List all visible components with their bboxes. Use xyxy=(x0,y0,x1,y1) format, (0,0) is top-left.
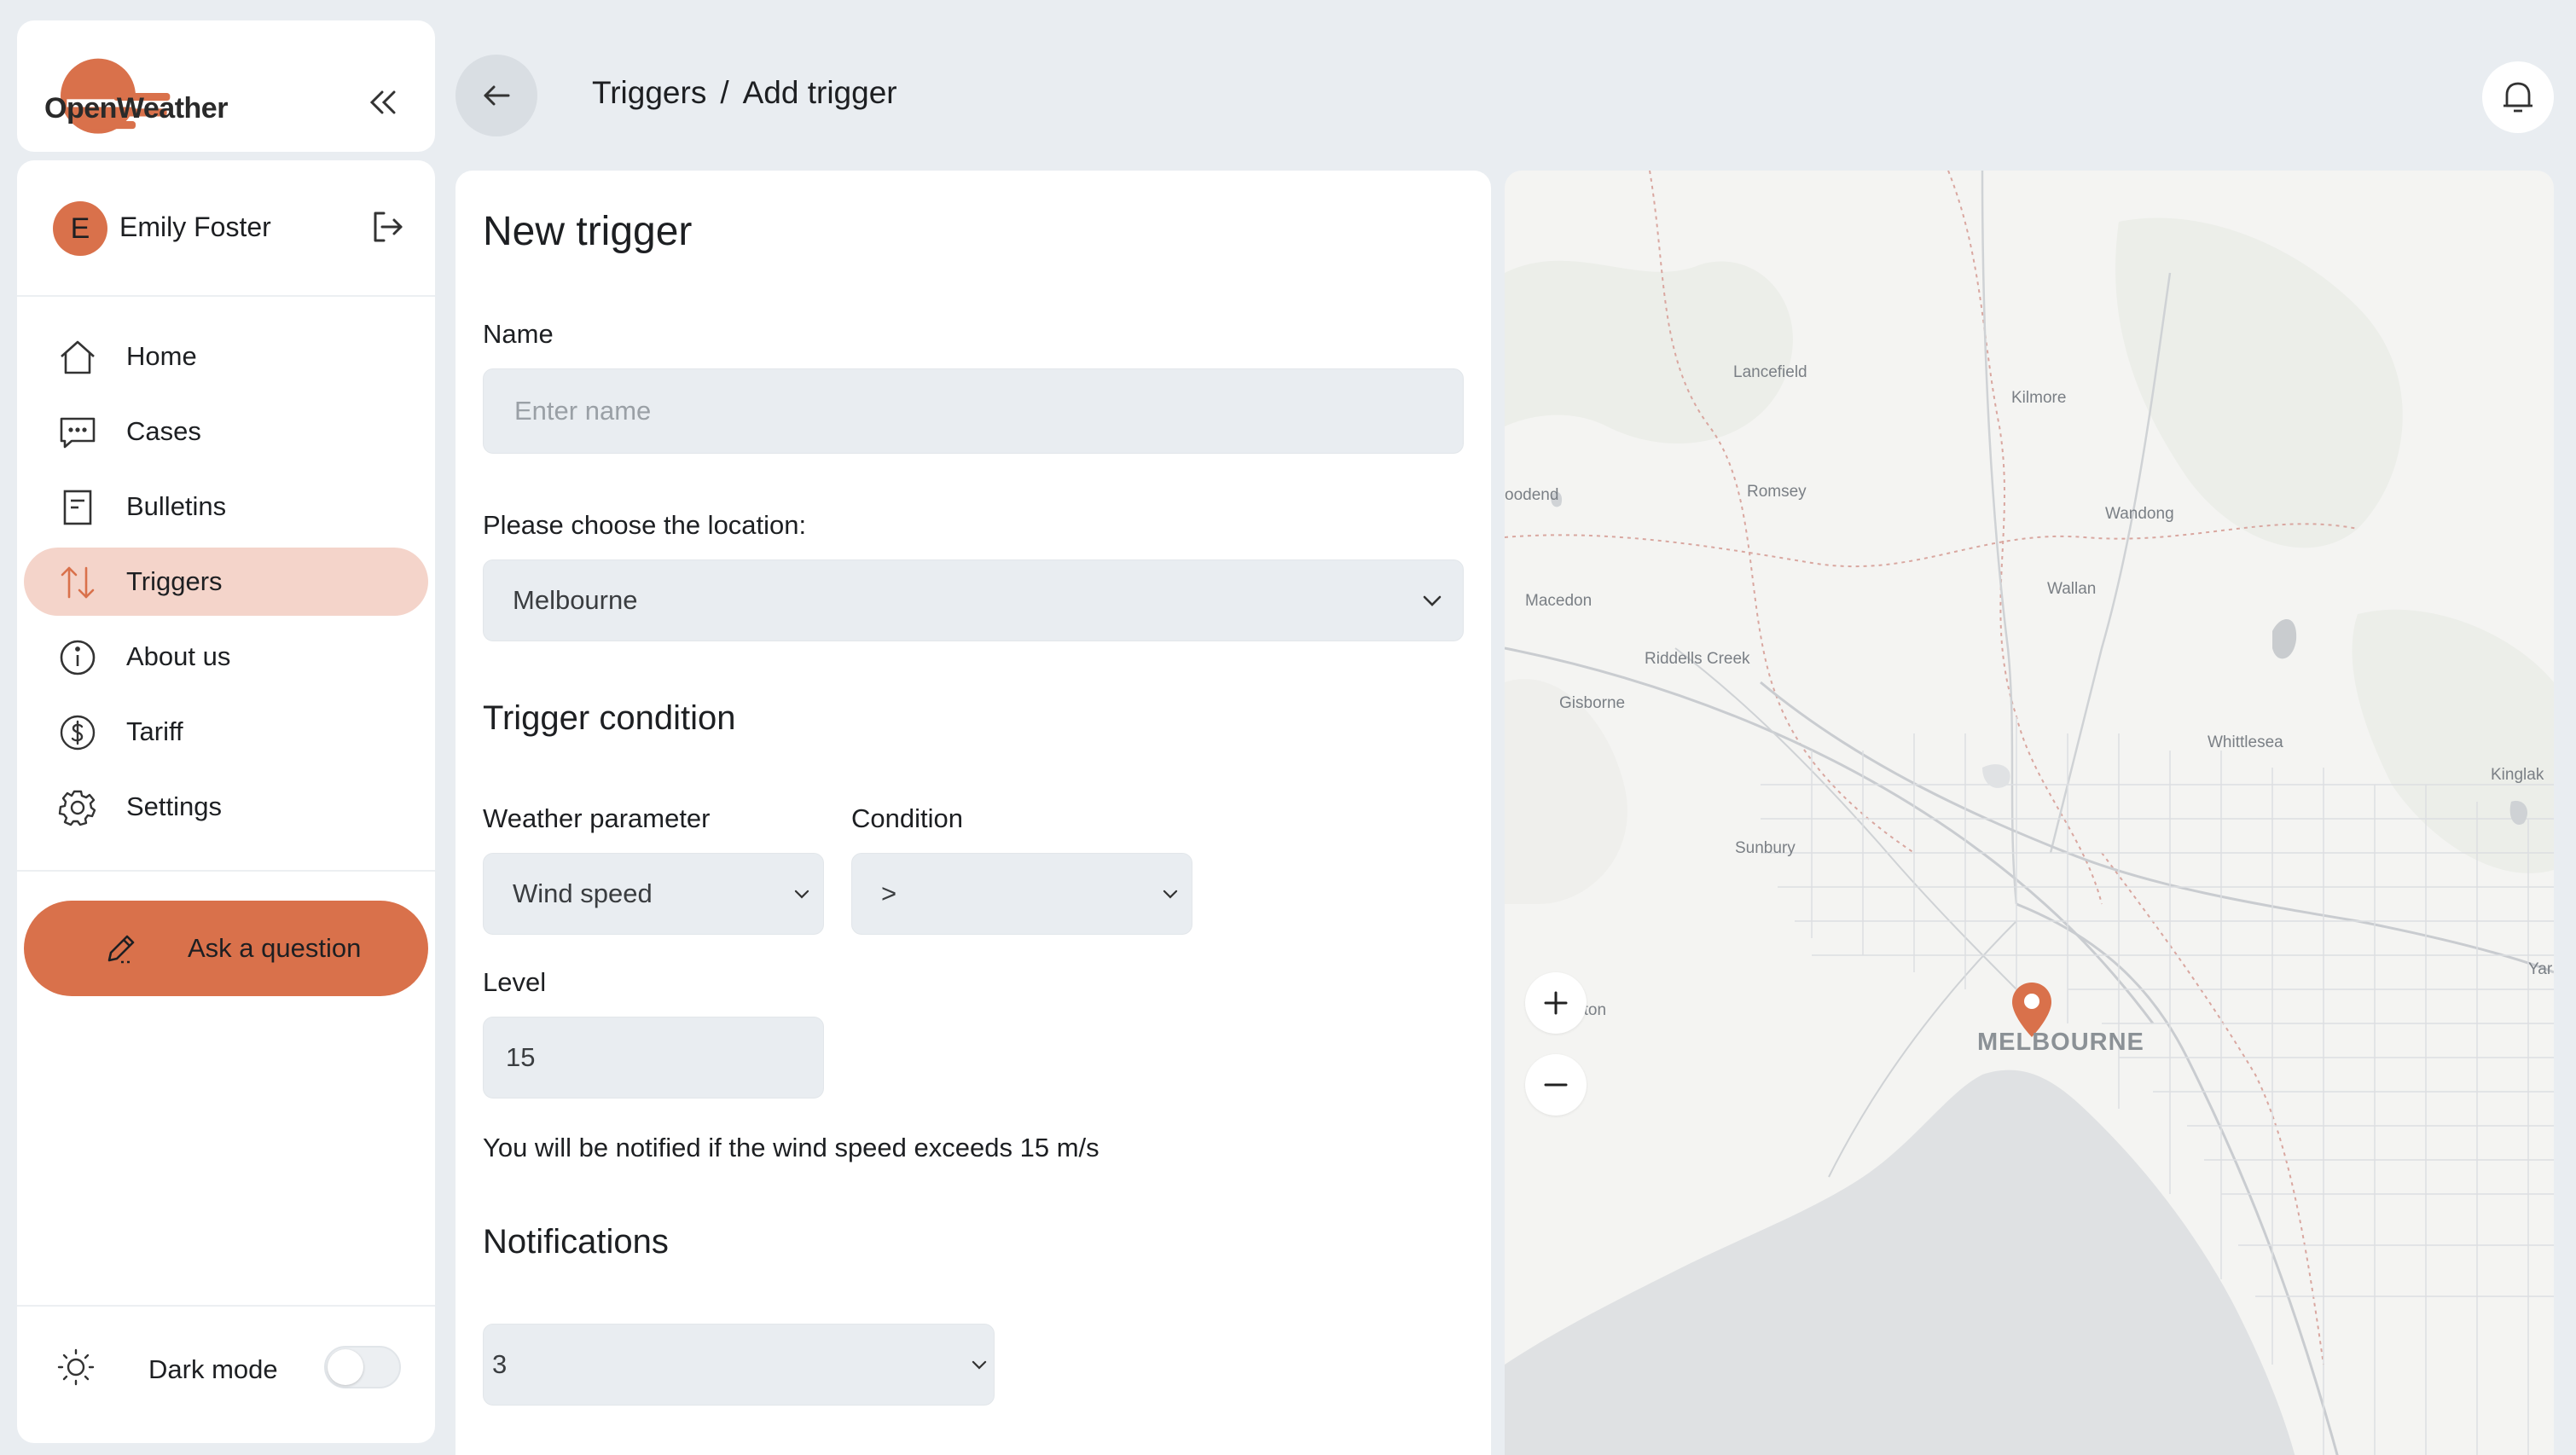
chevron-down-icon xyxy=(794,890,809,899)
sidebar-item-tariff[interactable]: Tariff xyxy=(24,698,428,766)
sidebar-item-about-us[interactable]: About us xyxy=(24,623,428,691)
sidebar: E Emily Foster Home Cases Bulletins Trig… xyxy=(17,160,435,1443)
document-icon xyxy=(63,490,92,525)
collapse-sidebar-icon[interactable] xyxy=(363,84,404,125)
avatar[interactable]: E xyxy=(53,201,107,256)
map-place-label: Gisborne xyxy=(1559,694,1626,712)
ask-question-button[interactable]: Ask a question xyxy=(24,901,428,996)
trigger-hint: You will be notified if the wind speed e… xyxy=(483,1133,1099,1162)
logo-text: OpenWeather xyxy=(44,92,228,125)
location-map[interactable]: Lancefield Kilmore oodend Romsey Wandong… xyxy=(1505,171,2554,1455)
logout-icon[interactable] xyxy=(367,206,408,247)
chevron-down-icon xyxy=(1163,890,1178,899)
divider xyxy=(17,870,435,872)
weather-parameter-label: Weather parameter xyxy=(483,803,711,833)
sidebar-item-cases[interactable]: Cases xyxy=(24,397,428,466)
home-icon xyxy=(61,340,95,374)
sidebar-item-label: Cases xyxy=(126,416,201,446)
map-place-label: Wallan xyxy=(2047,580,2097,598)
breadcrumb-current: Add trigger xyxy=(742,75,897,110)
sidebar-nav: Home Cases Bulletins Triggers About us T… xyxy=(24,322,428,848)
location-label: Please choose the location: xyxy=(483,510,807,540)
city-label: MELBOURNE xyxy=(1977,1029,2144,1056)
map-place-label: Kilmore xyxy=(2011,389,2067,407)
location-select[interactable]: Melbourne xyxy=(483,559,1464,641)
zoom-out-button[interactable] xyxy=(1525,1054,1587,1116)
sidebar-item-label: Home xyxy=(126,341,197,371)
location-value: Melbourne xyxy=(513,585,638,615)
sidebar-item-settings[interactable]: Settings xyxy=(24,773,428,841)
notifications-button[interactable] xyxy=(2482,61,2554,133)
back-button[interactable] xyxy=(455,55,537,136)
weather-parameter-value: Wind speed xyxy=(513,878,653,908)
map-place-label: Wandong xyxy=(2105,505,2174,523)
bell-icon xyxy=(2503,82,2532,113)
sidebar-item-label: About us xyxy=(126,641,231,671)
notifications-value: 3 xyxy=(492,1349,508,1379)
chevron-down-icon xyxy=(1423,595,1442,606)
info-icon xyxy=(60,640,96,675)
sidebar-item-label: Tariff xyxy=(126,716,183,746)
sidebar-item-label: Bulletins xyxy=(126,491,227,521)
map-place-label: Sunbury xyxy=(1735,839,1796,857)
chevron-down-icon xyxy=(972,1360,987,1370)
user-profile: E Emily Foster xyxy=(17,160,435,297)
level-label: Level xyxy=(483,967,547,997)
new-trigger-form: New trigger Name Please choose the locat… xyxy=(455,171,1491,1455)
breadcrumb: Triggers / Add trigger xyxy=(592,75,897,111)
map-place-label: Lancefield xyxy=(1733,363,1807,381)
plus-icon xyxy=(1544,991,1568,1015)
name-input[interactable] xyxy=(484,369,1463,453)
sidebar-item-bulletins[interactable]: Bulletins xyxy=(24,472,428,541)
toggle-knob xyxy=(328,1349,363,1385)
dollar-icon xyxy=(60,715,96,751)
level-input[interactable]: 15 xyxy=(483,1017,824,1098)
trigger-condition-heading: Trigger condition xyxy=(483,699,736,737)
dark-mode-row: Dark mode xyxy=(17,1307,435,1443)
map-background xyxy=(1505,171,2554,1455)
name-field[interactable] xyxy=(483,368,1464,454)
breadcrumb-separator: / xyxy=(720,75,729,110)
arrows-up-down-icon xyxy=(61,566,95,599)
ask-question-label: Ask a question xyxy=(188,933,362,963)
chat-icon xyxy=(60,417,96,449)
sidebar-item-triggers[interactable]: Triggers xyxy=(24,548,428,616)
level-value: 15 xyxy=(506,1042,536,1072)
dark-mode-label: Dark mode xyxy=(148,1354,278,1384)
map-place-label: Kinglak xyxy=(2491,766,2544,784)
user-name: Emily Foster xyxy=(119,212,271,242)
sidebar-item-home[interactable]: Home xyxy=(24,322,428,391)
notifications-select[interactable]: 3 xyxy=(483,1324,995,1406)
condition-label: Condition xyxy=(851,803,963,833)
dark-mode-toggle[interactable] xyxy=(324,1346,401,1388)
zoom-in-button[interactable] xyxy=(1525,972,1587,1034)
notifications-heading: Notifications xyxy=(483,1223,669,1261)
condition-value: > xyxy=(881,878,897,908)
weather-parameter-select[interactable]: Wind speed xyxy=(483,853,824,935)
sun-icon xyxy=(57,1348,95,1386)
minus-icon xyxy=(1544,1083,1568,1087)
condition-select[interactable]: > xyxy=(851,853,1192,935)
form-title: New trigger xyxy=(483,209,693,254)
sidebar-item-label: Settings xyxy=(126,791,223,821)
logo-card: OpenWeather xyxy=(17,20,435,152)
map-place-label: Macedon xyxy=(1525,592,1593,610)
gear-icon xyxy=(58,790,96,826)
map-place-label: oodend xyxy=(1505,486,1559,504)
pencil-icon xyxy=(107,935,135,964)
map-place-label: Yar xyxy=(2528,960,2553,978)
name-label: Name xyxy=(483,319,554,349)
map-place-label: Whittlesea xyxy=(2208,733,2283,751)
map-place-label: Romsey xyxy=(1747,483,1807,501)
arrow-left-icon xyxy=(484,85,510,106)
sidebar-item-label: Triggers xyxy=(126,566,223,596)
breadcrumb-parent[interactable]: Triggers xyxy=(592,75,706,111)
map-place-label: Riddells Creek xyxy=(1645,650,1750,668)
